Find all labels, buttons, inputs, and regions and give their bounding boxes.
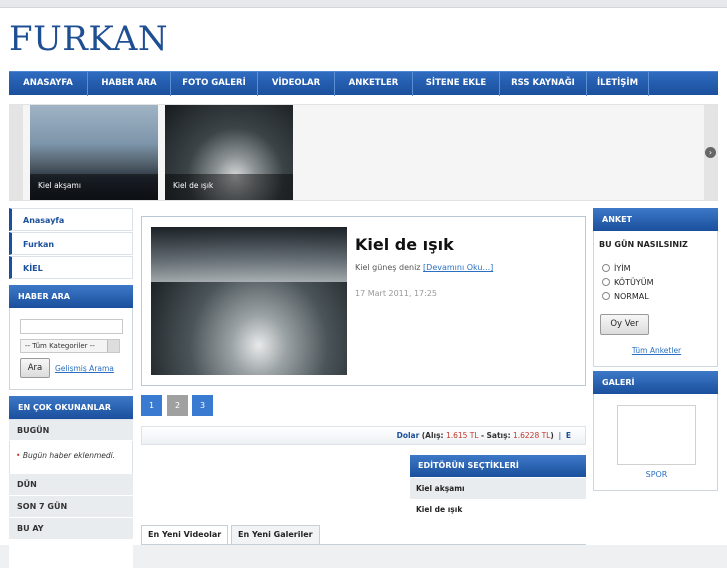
next-currency: E <box>565 431 571 440</box>
site-logo[interactable]: FURKAN <box>9 19 168 59</box>
category-select[interactable]: -- Tüm Kategoriler -- <box>20 339 120 353</box>
buy-label: Alış: <box>425 431 444 440</box>
most-read-box: EN ÇOK OKUNANLAR BUGÜN • Bugün haber ekl… <box>9 396 133 568</box>
radio-icon[interactable] <box>602 292 610 300</box>
slider-caption: Kiel de ışık <box>165 174 293 200</box>
read-more-link[interactable]: [Devamını Oku...] <box>423 263 493 272</box>
featured-date: 17 Mart 2011, 17:25 <box>355 289 437 298</box>
poll-box: ANKET BU GÜN NASILSINIZ İYİM KÖTÜYÜM NOR… <box>593 208 718 367</box>
tab-bu-ay[interactable]: BU AY <box>9 518 133 540</box>
browser-top-strip <box>0 0 727 8</box>
news-search-box: HABER ARA -- Tüm Kategoriler -- Ara Geli… <box>9 285 133 390</box>
search-input[interactable] <box>20 319 123 334</box>
tab-dun[interactable]: DÜN <box>9 474 133 496</box>
slider-caption: Kiel akşamı <box>30 174 158 200</box>
news-search-title: HABER ARA <box>9 285 133 308</box>
page: FURKAN ANASAYFA HABER ARA FOTO GALERİ VİDEO… <box>0 8 727 568</box>
most-read-body: BUGÜN • Bugün haber eklenmedi. DÜN SON 7… <box>9 419 133 568</box>
page-button-3[interactable]: 3 <box>192 395 213 416</box>
gallery-body: SPOR <box>593 394 718 491</box>
slider-item[interactable]: Kiel akşamı <box>30 105 158 200</box>
most-read-title: EN ÇOK OKUNANLAR <box>9 396 133 419</box>
nav-item-4[interactable]: ANKETLER <box>335 72 413 96</box>
advanced-search-link[interactable]: Gelişmiş Arama <box>55 364 114 373</box>
gallery-title: GALERİ <box>593 371 718 394</box>
poll-option-label: NORMAL <box>614 292 649 301</box>
all-polls-link[interactable]: Tüm Anketler <box>594 346 719 355</box>
category-select-value: -- Tüm Kategoriler -- <box>25 342 95 350</box>
bullet-icon: • <box>16 451 21 460</box>
currency-ticker: Dolar (Alış: 1.615 TL - Satış: 1.6228 TL… <box>141 426 586 445</box>
nav-item-1[interactable]: HABER ARA <box>88 72 171 96</box>
radio-icon[interactable] <box>602 264 610 272</box>
news-search-body: -- Tüm Kategoriler -- Ara Gelişmiş Arama <box>9 308 133 390</box>
featured-description-text: Kiel güneş deniz <box>355 263 421 272</box>
poll-option-label: İYİM <box>614 264 631 273</box>
left-nav: Anasayfa Furkan KİEL <box>9 208 133 280</box>
today-empty-message: • Bugün haber eklenmedi. <box>9 441 133 474</box>
sell-label: Satış: <box>486 431 511 440</box>
tab-latest-galleries[interactable]: En Yeni Galeriler <box>231 525 320 545</box>
slider-left-edge <box>9 105 23 200</box>
left-nav-item-anasayfa[interactable]: Anasayfa <box>9 208 133 231</box>
tab-bugun[interactable]: BUGÜN <box>9 419 133 441</box>
editor-picks-title: EDİTÖRÜN SEÇTİKLERİ <box>410 455 586 477</box>
currency-sep: - <box>480 431 485 440</box>
page-button-2[interactable]: 2 <box>167 395 188 416</box>
left-nav-item-furkan[interactable]: Furkan <box>9 232 133 255</box>
poll-option-label: KÖTÜYÜM <box>614 278 654 287</box>
today-empty-text: Bugün haber eklenmedi. <box>22 451 116 460</box>
featured-news: Kiel de ışık Kiel güneş deniz [Devamını … <box>141 216 586 386</box>
nav-item-6[interactable]: RSS KAYNAĞI <box>500 72 587 96</box>
next-arrow-icon[interactable]: › <box>705 147 716 158</box>
radio-icon[interactable] <box>602 278 610 286</box>
editor-pick-item[interactable]: Kiel akşamı <box>410 478 586 499</box>
buy-value: 1.615 TL <box>445 431 479 440</box>
poll-body: BU GÜN NASILSINIZ İYİM KÖTÜYÜM NORMAL Oy… <box>593 231 718 367</box>
nav-item-7[interactable]: İLETİŞİM <box>587 72 649 96</box>
poll-question: BU GÜN NASILSINIZ <box>599 240 688 249</box>
poll-option[interactable]: NORMAL <box>602 292 649 301</box>
vote-button[interactable]: Oy Ver <box>600 314 649 335</box>
slider-item[interactable]: Kiel de ışık <box>165 105 293 200</box>
nav-item-0[interactable]: ANASAYFA <box>9 72 88 96</box>
nav-item-3[interactable]: VİDEOLAR <box>258 72 335 96</box>
poll-option[interactable]: İYİM <box>602 264 631 273</box>
photo-slider: Kiel akşamı Kiel de ışık › <box>9 104 718 201</box>
featured-description: Kiel güneş deniz [Devamını Oku...] <box>355 263 493 272</box>
nav-item-2[interactable]: FOTO GALERİ <box>171 72 258 96</box>
sell-value: 1.6228 TL <box>512 431 551 440</box>
poll-title: ANKET <box>593 208 718 231</box>
tab-son-7-gun[interactable]: SON 7 GÜN <box>9 496 133 518</box>
gallery-caption[interactable]: SPOR <box>594 470 719 479</box>
featured-image[interactable] <box>151 227 347 375</box>
search-button[interactable]: Ara <box>20 358 50 378</box>
gallery-thumbnail[interactable] <box>617 405 696 465</box>
featured-title[interactable]: Kiel de ışık <box>355 235 454 254</box>
tab-latest-videos[interactable]: En Yeni Videolar <box>141 525 229 545</box>
editor-pick-item[interactable]: Kiel de ışık <box>410 499 586 520</box>
poll-option[interactable]: KÖTÜYÜM <box>602 278 654 287</box>
ticker-divider: | <box>556 431 564 440</box>
chevron-down-icon <box>107 340 119 352</box>
page-button-1[interactable]: 1 <box>141 395 162 416</box>
main-nav: ANASAYFA HABER ARA FOTO GALERİ VİDEOLAR ANKE… <box>9 71 718 96</box>
currency-name: Dolar <box>396 431 420 440</box>
gallery-box: GALERİ SPOR <box>593 371 718 491</box>
currency-paren-close: ) <box>550 431 554 440</box>
featured-image-sky <box>151 227 347 282</box>
slider-right-edge: › <box>704 105 718 200</box>
nav-item-5[interactable]: SİTENE EKLE <box>413 72 500 96</box>
left-nav-item-kiel[interactable]: KİEL <box>9 256 133 279</box>
